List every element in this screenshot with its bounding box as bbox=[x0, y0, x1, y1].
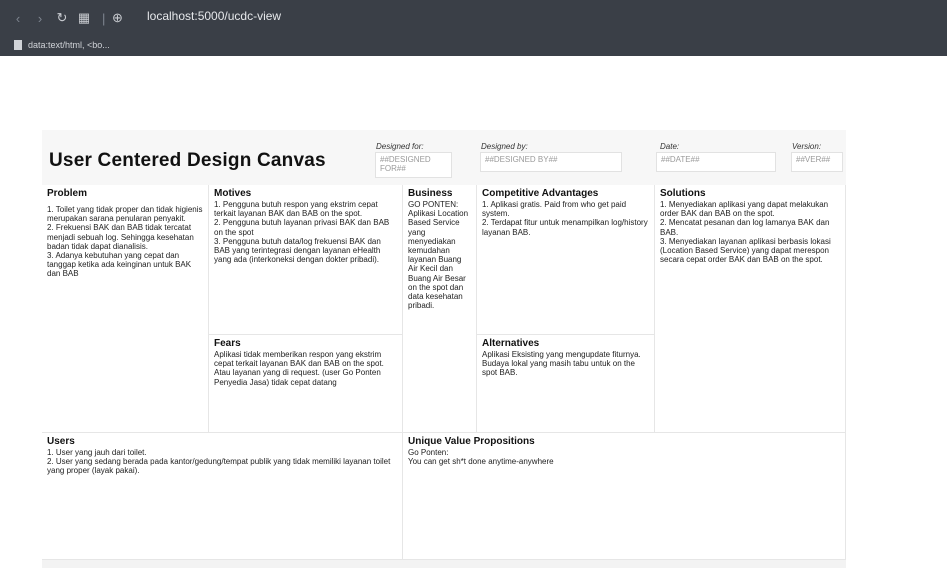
users-section[interactable]: Users 1. User yang jauh dari toilet. 2. … bbox=[42, 433, 403, 560]
competitive-advantages-text: 1. Aplikasi gratis. Paid from who get pa… bbox=[482, 200, 648, 237]
alternatives-text: Aplikasi Eksisting yang mengupdate fitur… bbox=[482, 350, 643, 378]
canvas-header: User Centered Design Canvas Designed for… bbox=[42, 130, 846, 185]
alternatives-section[interactable]: Alternatives Aplikasi Eksisting yang men… bbox=[477, 335, 655, 433]
designed-by-label: Designed by: bbox=[481, 142, 528, 151]
forward-icon[interactable]: › bbox=[32, 10, 48, 26]
problem-title: Problem bbox=[47, 188, 88, 199]
date-field[interactable]: ##DATE## bbox=[656, 152, 776, 172]
alternatives-title: Alternatives bbox=[482, 338, 540, 349]
canvas-grid: Problem 1. Toilet yang tidak proper dan … bbox=[42, 185, 846, 560]
ucd-canvas: User Centered Design Canvas Designed for… bbox=[42, 130, 846, 568]
motives-section[interactable]: Motives 1. Pengguna butuh respon yang ek… bbox=[209, 185, 403, 335]
address-bar[interactable]: localhost:5000/ucdc-view bbox=[147, 9, 281, 23]
back-icon[interactable]: ‹ bbox=[10, 10, 26, 26]
apps-icon[interactable]: ▦ bbox=[76, 10, 92, 26]
reload-icon[interactable]: ↻ bbox=[54, 10, 70, 26]
business-text: GO PONTEN: Aplikasi Location Based Servi… bbox=[408, 200, 471, 311]
document-icon bbox=[14, 40, 22, 50]
competitive-advantages-section[interactable]: Competitive Advantages 1. Aplikasi grati… bbox=[477, 185, 655, 335]
designed-by-field[interactable]: ##DESIGNED BY## bbox=[480, 152, 622, 172]
bookmark-bar: data:text/html, <bo... bbox=[0, 36, 110, 54]
business-title: Business bbox=[408, 188, 453, 199]
motives-text: 1. Pengguna butuh respon yang ekstrim ce… bbox=[214, 200, 390, 265]
browser-nav: ‹ › ↻ ▦ | ⊕ bbox=[10, 8, 131, 28]
globe-icon: ⊕ bbox=[111, 10, 123, 25]
date-label: Date: bbox=[660, 142, 680, 151]
problem-text: 1. Toilet yang tidak proper dan tidak hi… bbox=[47, 205, 203, 279]
page-title: User Centered Design Canvas bbox=[49, 150, 326, 171]
solutions-title: Solutions bbox=[660, 188, 706, 199]
unique-value-propositions-text: Go Ponten: You can get sh*t done anytime… bbox=[408, 448, 554, 467]
competitive-advantages-title: Competitive Advantages bbox=[482, 188, 599, 199]
business-section[interactable]: Business GO PONTEN: Aplikasi Location Ba… bbox=[403, 185, 477, 433]
problem-section[interactable]: Problem 1. Toilet yang tidak proper dan … bbox=[42, 185, 209, 433]
canvas-footer-band bbox=[42, 560, 846, 568]
fears-section[interactable]: Fears Aplikasi tidak memberikan respon y… bbox=[209, 335, 403, 433]
users-text: 1. User yang jauh dari toilet. 2. User y… bbox=[47, 448, 391, 476]
users-title: Users bbox=[47, 436, 75, 447]
unique-value-propositions-section[interactable]: Unique Value Propositions Go Ponten: You… bbox=[403, 433, 846, 560]
browser-toolbar: ‹ › ↻ ▦ | ⊕ localhost:5000/ucdc-view dat… bbox=[0, 0, 947, 56]
version-label: Version: bbox=[792, 142, 822, 151]
solutions-section[interactable]: Solutions 1. Menyediakan aplikasi yang d… bbox=[655, 185, 846, 433]
solutions-text: 1. Menyediakan aplikasi yang dapat melak… bbox=[660, 200, 831, 265]
fears-title: Fears bbox=[214, 338, 241, 349]
designed-for-label: Designed for: bbox=[376, 142, 424, 151]
bookmark-item[interactable]: data:text/html, <bo... bbox=[28, 40, 110, 50]
designed-for-field[interactable]: ##DESIGNED FOR## bbox=[375, 152, 452, 178]
unique-value-propositions-title: Unique Value Propositions bbox=[408, 436, 535, 447]
separator: | bbox=[102, 10, 106, 26]
fears-text: Aplikasi tidak memberikan respon yang ek… bbox=[214, 350, 386, 387]
motives-title: Motives bbox=[214, 188, 252, 199]
version-field[interactable]: ##VER## bbox=[791, 152, 843, 172]
